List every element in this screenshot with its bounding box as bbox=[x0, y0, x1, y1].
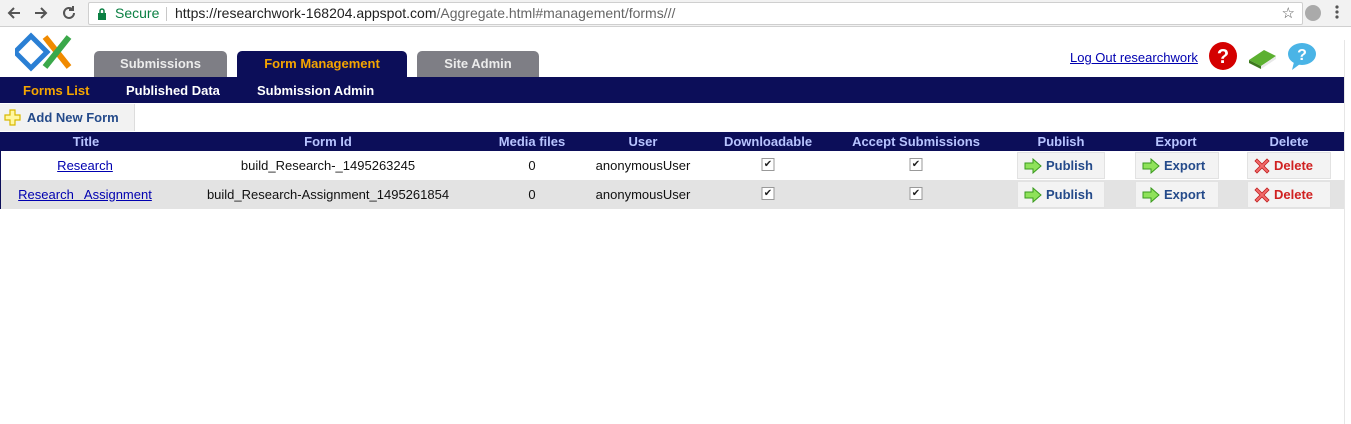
subnav-forms-list[interactable]: Forms List bbox=[23, 83, 89, 98]
tab-form-management[interactable]: Form Management bbox=[237, 51, 407, 77]
delete-button[interactable]: Delete bbox=[1247, 152, 1331, 179]
url-text: https://researchwork-168204.appspot.com/… bbox=[175, 5, 675, 21]
column-header-form-id: Form Id bbox=[304, 134, 352, 149]
subnav-submission-admin[interactable]: Submission Admin bbox=[257, 83, 374, 98]
column-header-media-files: Media files bbox=[498, 134, 566, 149]
column-header-export: Export bbox=[1155, 134, 1197, 149]
green-arrow-icon bbox=[1142, 157, 1160, 174]
sub-navigation: Forms List Published Data Submission Adm… bbox=[0, 77, 1351, 103]
form-title-link[interactable]: Research bbox=[57, 158, 113, 173]
table-row: Research build_Research-_1495263245 0 an… bbox=[1, 151, 1345, 180]
address-separator bbox=[166, 7, 167, 21]
delete-button[interactable]: Delete bbox=[1247, 181, 1331, 208]
downloadable-checkbox[interactable]: ✔ bbox=[761, 187, 775, 200]
menu-dots-icon[interactable] bbox=[1335, 4, 1339, 25]
export-button[interactable]: Export bbox=[1135, 152, 1219, 179]
browser-toolbar: Secure https://researchwork-168204.appsp… bbox=[0, 0, 1351, 27]
media-files-cell: 0 bbox=[528, 158, 536, 173]
svg-text:?: ? bbox=[1297, 47, 1307, 64]
odk-logo bbox=[11, 32, 75, 77]
media-files-cell: 0 bbox=[528, 187, 536, 202]
export-button[interactable]: Export bbox=[1135, 181, 1219, 208]
secure-label: Secure bbox=[115, 5, 160, 21]
red-x-icon bbox=[1254, 186, 1270, 203]
svg-text:?: ? bbox=[1217, 46, 1229, 68]
address-bar[interactable]: Secure https://researchwork-168204.appsp… bbox=[88, 2, 1303, 25]
export-label: Export bbox=[1164, 158, 1206, 173]
column-header-downloadable: Downloadable bbox=[723, 134, 813, 149]
table-row: Research Assignment build_Research-Assig… bbox=[1, 180, 1345, 209]
add-new-form-label: Add New Form bbox=[27, 110, 119, 125]
delete-label: Delete bbox=[1274, 187, 1314, 202]
url-host: https://researchwork-168204.appspot.com bbox=[175, 5, 437, 21]
accept-submissions-checkbox[interactable]: ✔ bbox=[909, 187, 923, 200]
question-icon[interactable]: ? bbox=[1207, 40, 1239, 72]
green-arrow-icon bbox=[1024, 157, 1042, 174]
column-header-publish: Publish bbox=[1037, 134, 1085, 149]
green-arrow-icon bbox=[1142, 186, 1160, 203]
chat-help-icon[interactable]: ? bbox=[1286, 40, 1318, 72]
user-cell: anonymousUser bbox=[595, 158, 691, 173]
reload-icon[interactable] bbox=[59, 3, 79, 23]
table-header: Title Form Id Media files User Downloada… bbox=[1, 132, 1345, 151]
publish-label: Publish bbox=[1046, 158, 1093, 173]
tab-site-admin[interactable]: Site Admin bbox=[417, 51, 539, 77]
lock-icon bbox=[97, 7, 107, 25]
green-arrow-icon bbox=[1024, 186, 1042, 203]
logout-link[interactable]: Log Out researchwork bbox=[1070, 50, 1198, 65]
delete-label: Delete bbox=[1274, 158, 1314, 173]
back-arrow-icon[interactable] bbox=[4, 3, 24, 23]
app-header: Submissions Form Management Site Admin L… bbox=[0, 27, 1351, 77]
publish-button[interactable]: Publish bbox=[1017, 152, 1105, 179]
subnav-published-data[interactable]: Published Data bbox=[126, 83, 220, 98]
form-title-link[interactable]: Research Assignment bbox=[18, 187, 152, 202]
accept-submissions-checkbox[interactable]: ✔ bbox=[909, 158, 923, 171]
form-id-cell: build_Research-Assignment_1495261854 bbox=[206, 187, 450, 202]
forward-arrow-icon[interactable] bbox=[31, 3, 51, 23]
plus-icon bbox=[4, 109, 21, 126]
url-path: /Aggregate.html#management/forms/// bbox=[436, 5, 676, 21]
red-x-icon bbox=[1254, 157, 1270, 174]
tab-submissions[interactable]: Submissions bbox=[94, 51, 227, 77]
publish-button[interactable]: Publish bbox=[1017, 181, 1105, 208]
column-header-delete: Delete bbox=[1269, 134, 1309, 149]
forms-table: Title Form Id Media files User Downloada… bbox=[0, 132, 1346, 209]
export-label: Export bbox=[1164, 187, 1206, 202]
extension-icon[interactable] bbox=[1305, 5, 1321, 21]
column-header-title: Title bbox=[72, 134, 100, 149]
column-header-accept-submissions: Accept Submissions bbox=[852, 134, 980, 149]
add-new-form-button[interactable]: Add New Form bbox=[0, 104, 135, 131]
form-id-cell: build_Research-_1495263245 bbox=[240, 158, 416, 173]
star-icon[interactable]: ☆ bbox=[1282, 4, 1295, 22]
book-icon[interactable] bbox=[1246, 40, 1278, 72]
downloadable-checkbox[interactable]: ✔ bbox=[761, 158, 775, 171]
vertical-scrollbar[interactable] bbox=[1344, 40, 1351, 424]
column-header-user: User bbox=[628, 134, 658, 149]
user-cell: anonymousUser bbox=[595, 187, 691, 202]
publish-label: Publish bbox=[1046, 187, 1093, 202]
